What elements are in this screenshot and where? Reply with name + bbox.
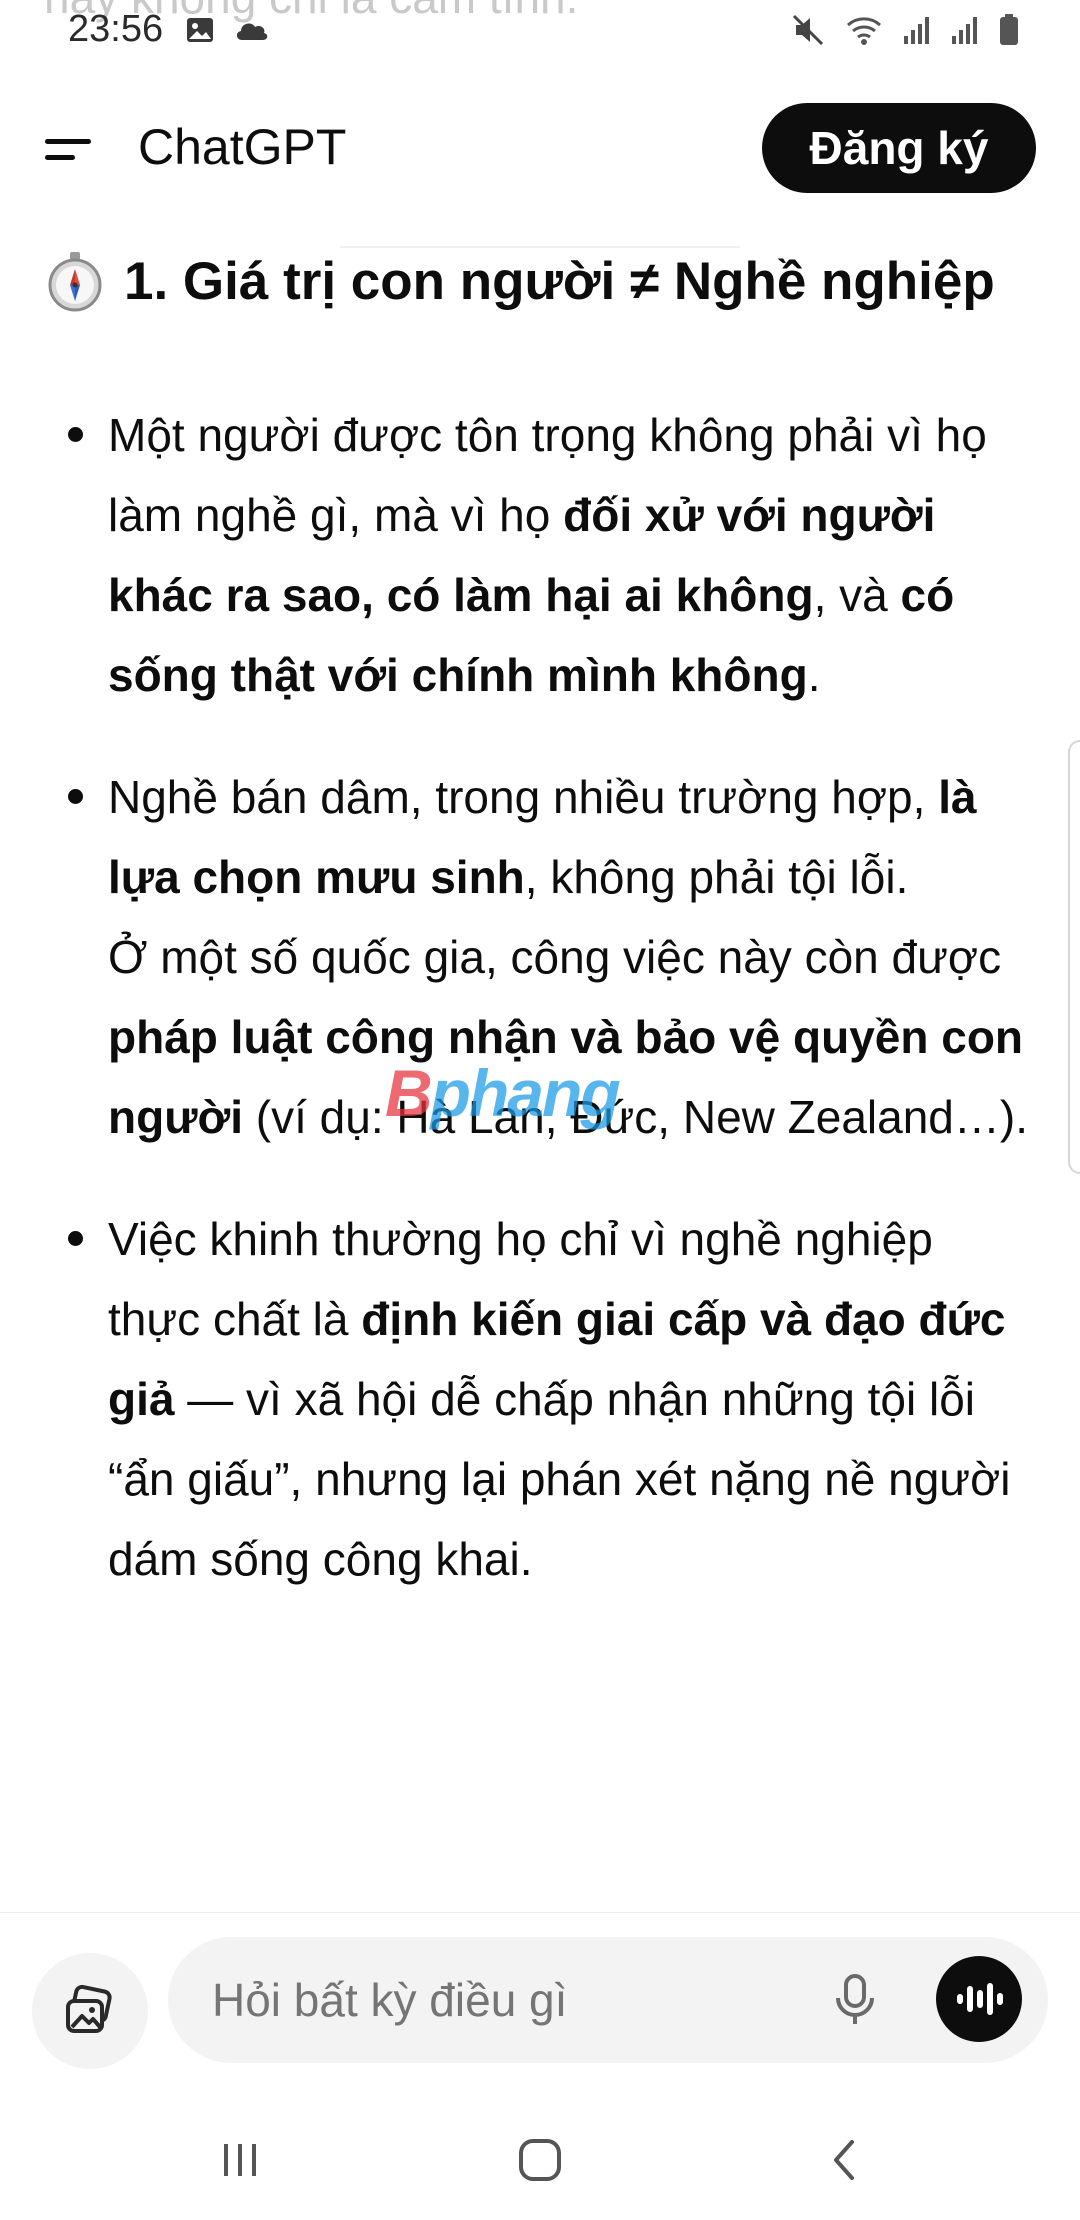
text-segment: Nghề bán dâm, trong nhiều trường hợp,: [108, 771, 939, 823]
system-nav-bar: [0, 2100, 1080, 2220]
bullet-item: Việc khinh thường họ chỉ vì nghề nghiệp …: [0, 1199, 1080, 1599]
mute-icon: [792, 14, 824, 46]
text-segment: .: [807, 649, 821, 701]
bullet-item: Một người được tôn trọng không phải vì h…: [0, 395, 1080, 715]
app-header: ChatGPT Đăng ký: [0, 100, 1080, 248]
gallery-icon: [187, 18, 213, 42]
battery-icon: [1000, 14, 1018, 45]
menu-button[interactable]: [36, 120, 100, 180]
back-button[interactable]: [804, 2130, 884, 2190]
watermark-logo: Bphang: [385, 1055, 621, 1131]
cloud-icon: [236, 23, 268, 40]
section-heading: 1. Giá trị con người ≠ Nghề nghiệp: [44, 250, 995, 312]
voice-mode-icon: [957, 1983, 1003, 2015]
bullet-dot: [68, 1231, 83, 1246]
compass-icon: [48, 252, 102, 312]
edge-panel-handle[interactable]: [1068, 740, 1080, 1174]
back-icon: [834, 2140, 854, 2180]
mic-icon: [836, 1974, 874, 2024]
home-icon: [519, 2139, 561, 2181]
status-left-icons: [184, 14, 272, 46]
attach-button[interactable]: [32, 1953, 148, 2069]
message-input[interactable]: [212, 1973, 772, 2027]
header-divider: [340, 246, 740, 248]
section-heading-text: 1. Giá trị con người ≠ Nghề nghiệp: [124, 251, 995, 311]
message-input-container[interactable]: [168, 1937, 1048, 2063]
menu-icon: [45, 139, 91, 160]
recent-apps-button[interactable]: [200, 2130, 280, 2190]
recent-apps-icon: [224, 2144, 256, 2176]
wifi-icon: [847, 17, 881, 45]
bullet-list: Một người được tôn trọng không phải vì h…: [0, 395, 1080, 1599]
text-segment: — vì xã hội dễ chấp nhận những tội lỗi “…: [108, 1373, 1011, 1585]
voice-mode-button[interactable]: [936, 1956, 1022, 2042]
home-button[interactable]: [500, 2130, 580, 2190]
text-segment: (ví dụ: Hà Lan, Đức, New Zealand…).: [243, 1091, 1028, 1143]
mic-button[interactable]: [822, 1967, 888, 2033]
status-bar: 23:56: [0, 0, 1080, 70]
signal-icon: [904, 17, 929, 44]
text-segment: , và: [813, 569, 901, 621]
signup-button[interactable]: Đăng ký: [762, 103, 1036, 193]
attach-image-icon: [66, 1984, 112, 2033]
status-time: 23:56: [68, 8, 164, 50]
watermark-rest: phang: [430, 1056, 621, 1130]
text-segment: Ở một số quốc gia, công việc này còn đượ…: [108, 931, 1002, 983]
composer: [0, 1912, 1080, 2073]
signal-icon: [952, 17, 977, 44]
app-title: ChatGPT: [138, 119, 347, 175]
bullet-dot: [68, 789, 83, 804]
bullet-dot: [68, 427, 83, 442]
status-right-icons: [790, 12, 1020, 48]
text-segment: , không phải tội lỗi.: [524, 851, 909, 903]
watermark-first-letter: B: [385, 1056, 433, 1130]
